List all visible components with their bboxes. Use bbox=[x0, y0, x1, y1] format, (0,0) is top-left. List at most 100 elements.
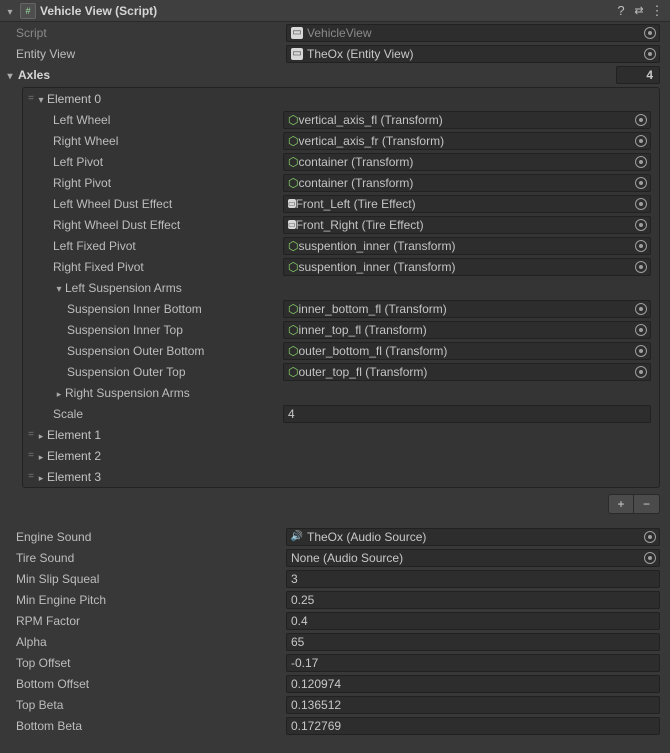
list-item[interactable]: = Element 1 bbox=[23, 424, 659, 445]
element-foldout[interactable] bbox=[35, 470, 47, 484]
right-pivot-field[interactable]: ⬡ container (Transform) bbox=[283, 174, 651, 192]
list-item[interactable]: = Element 3 bbox=[23, 466, 659, 487]
component-foldout[interactable] bbox=[4, 4, 16, 18]
min-slip-field[interactable] bbox=[286, 570, 660, 588]
remove-element-button[interactable]: − bbox=[634, 494, 660, 514]
bottom-beta-input[interactable] bbox=[291, 719, 655, 733]
element-foldout[interactable] bbox=[35, 92, 47, 106]
object-picker-icon[interactable] bbox=[644, 48, 656, 60]
susp-inner-bottom-field[interactable]: ⬡ inner_bottom_fl (Transform) bbox=[283, 300, 651, 318]
top-beta-field[interactable] bbox=[286, 696, 660, 714]
object-picker-icon[interactable] bbox=[635, 219, 647, 231]
object-picker-icon[interactable] bbox=[635, 156, 647, 168]
bottom-beta-row: Bottom Beta bbox=[0, 715, 670, 736]
scale-input[interactable] bbox=[288, 407, 646, 421]
component-title: Vehicle View (Script) bbox=[40, 4, 157, 18]
right-dust-row: Right Wheel Dust Effect ▭ Front_Right (T… bbox=[23, 214, 659, 235]
min-engine-pitch-input[interactable] bbox=[291, 593, 655, 607]
left-susp-header[interactable]: Left Suspension Arms bbox=[23, 277, 659, 298]
preset-icon[interactable]: ⇄ bbox=[630, 4, 648, 17]
transform-icon: ⬡ bbox=[288, 113, 298, 127]
scale-row: Scale bbox=[23, 403, 659, 424]
left-susp-foldout[interactable] bbox=[53, 281, 65, 295]
element-foldout[interactable] bbox=[35, 428, 47, 442]
axles-list: = Element 0 Left Wheel ⬡ vertical_axis_f… bbox=[22, 87, 660, 488]
susp-inner-top-field[interactable]: ⬡ inner_top_fl (Transform) bbox=[283, 321, 651, 339]
object-picker-icon[interactable] bbox=[635, 303, 647, 315]
object-picker-icon[interactable] bbox=[635, 324, 647, 336]
right-susp-header[interactable]: Right Suspension Arms bbox=[23, 382, 659, 403]
script-asset-icon: ▭ bbox=[288, 199, 296, 208]
transform-icon: ⬡ bbox=[288, 134, 298, 148]
element-foldout[interactable] bbox=[35, 449, 47, 463]
add-element-button[interactable]: + bbox=[608, 494, 634, 514]
bottom-offset-field[interactable] bbox=[286, 675, 660, 693]
entity-view-row: Entity View ▭ TheOx (Entity View) bbox=[0, 43, 670, 64]
right-fixed-field[interactable]: ⬡ suspention_inner (Transform) bbox=[283, 258, 651, 276]
right-wheel-row: Right Wheel ⬡ vertical_axis_fr (Transfor… bbox=[23, 130, 659, 151]
object-picker-icon[interactable] bbox=[635, 177, 647, 189]
left-wheel-field[interactable]: ⬡ vertical_axis_fl (Transform) bbox=[283, 111, 651, 129]
top-offset-input[interactable] bbox=[291, 656, 655, 670]
tire-sound-row: Tire Sound None (Audio Source) bbox=[0, 547, 670, 568]
axles-foldout[interactable] bbox=[4, 68, 16, 82]
right-wheel-field[interactable]: ⬡ vertical_axis_fr (Transform) bbox=[283, 132, 651, 150]
right-susp-foldout[interactable] bbox=[53, 386, 65, 400]
min-slip-row: Min Slip Squeal bbox=[0, 568, 670, 589]
axles-size-field[interactable]: 4 bbox=[616, 66, 660, 84]
audio-source-icon: 🔊 bbox=[291, 531, 303, 543]
object-picker-icon[interactable] bbox=[635, 114, 647, 126]
left-dust-field[interactable]: ▭ Front_Left (Tire Effect) bbox=[283, 195, 651, 213]
rpm-factor-field[interactable] bbox=[286, 612, 660, 630]
object-picker-icon[interactable] bbox=[635, 345, 647, 357]
bottom-beta-field[interactable] bbox=[286, 717, 660, 735]
script-field: ▭ VehicleView bbox=[286, 24, 660, 42]
list-item[interactable]: = Element 0 bbox=[23, 88, 659, 109]
bottom-offset-input[interactable] bbox=[291, 677, 655, 691]
transform-icon: ⬡ bbox=[288, 365, 298, 379]
object-picker-icon[interactable] bbox=[635, 135, 647, 147]
drag-handle-icon[interactable]: = bbox=[23, 450, 35, 461]
transform-icon: ⬡ bbox=[288, 323, 298, 337]
rpm-factor-row: RPM Factor bbox=[0, 610, 670, 631]
left-pivot-field[interactable]: ⬡ container (Transform) bbox=[283, 153, 651, 171]
object-picker-icon[interactable] bbox=[635, 240, 647, 252]
top-offset-field[interactable] bbox=[286, 654, 660, 672]
engine-sound-field[interactable]: 🔊 TheOx (Audio Source) bbox=[286, 528, 660, 546]
object-picker-icon[interactable] bbox=[644, 552, 656, 564]
object-picker-icon bbox=[644, 27, 656, 39]
script-label: Script bbox=[16, 26, 286, 40]
rpm-factor-input[interactable] bbox=[291, 614, 655, 628]
entity-view-field[interactable]: ▭ TheOx (Entity View) bbox=[286, 45, 660, 63]
susp-outer-bottom-field[interactable]: ⬡ outer_bottom_fl (Transform) bbox=[283, 342, 651, 360]
left-fixed-field[interactable]: ⬡ suspention_inner (Transform) bbox=[283, 237, 651, 255]
entity-view-label: Entity View bbox=[16, 47, 286, 61]
right-fixed-row: Right Fixed Pivot ⬡ suspention_inner (Tr… bbox=[23, 256, 659, 277]
drag-handle-icon[interactable]: = bbox=[23, 471, 35, 482]
axles-footer: + − bbox=[0, 490, 670, 520]
script-row: Script ▭ VehicleView bbox=[0, 22, 670, 43]
drag-handle-icon[interactable]: = bbox=[23, 93, 35, 104]
context-menu-icon[interactable]: ⋮ bbox=[648, 3, 666, 19]
susp-outer-top-field[interactable]: ⬡ outer_top_fl (Transform) bbox=[283, 363, 651, 381]
top-beta-input[interactable] bbox=[291, 698, 655, 712]
help-icon[interactable]: ? bbox=[612, 3, 630, 18]
object-picker-icon[interactable] bbox=[635, 198, 647, 210]
object-picker-icon[interactable] bbox=[635, 261, 647, 273]
object-picker-icon[interactable] bbox=[635, 366, 647, 378]
min-slip-input[interactable] bbox=[291, 572, 655, 586]
axles-header[interactable]: Axles 4 bbox=[0, 64, 670, 85]
right-dust-field[interactable]: ▭ Front_Right (Tire Effect) bbox=[283, 216, 651, 234]
min-engine-pitch-field[interactable] bbox=[286, 591, 660, 609]
left-wheel-row: Left Wheel ⬡ vertical_axis_fl (Transform… bbox=[23, 109, 659, 130]
list-item[interactable]: = Element 2 bbox=[23, 445, 659, 466]
transform-icon: ⬡ bbox=[288, 176, 298, 190]
alpha-field[interactable] bbox=[286, 633, 660, 651]
tire-sound-field[interactable]: None (Audio Source) bbox=[286, 549, 660, 567]
susp-outer-top-row: Suspension Outer Top ⬡ outer_top_fl (Tra… bbox=[23, 361, 659, 382]
drag-handle-icon[interactable]: = bbox=[23, 429, 35, 440]
scale-field[interactable] bbox=[283, 405, 651, 423]
script-asset-icon: ▭ bbox=[288, 220, 296, 229]
alpha-input[interactable] bbox=[291, 635, 655, 649]
object-picker-icon[interactable] bbox=[644, 531, 656, 543]
